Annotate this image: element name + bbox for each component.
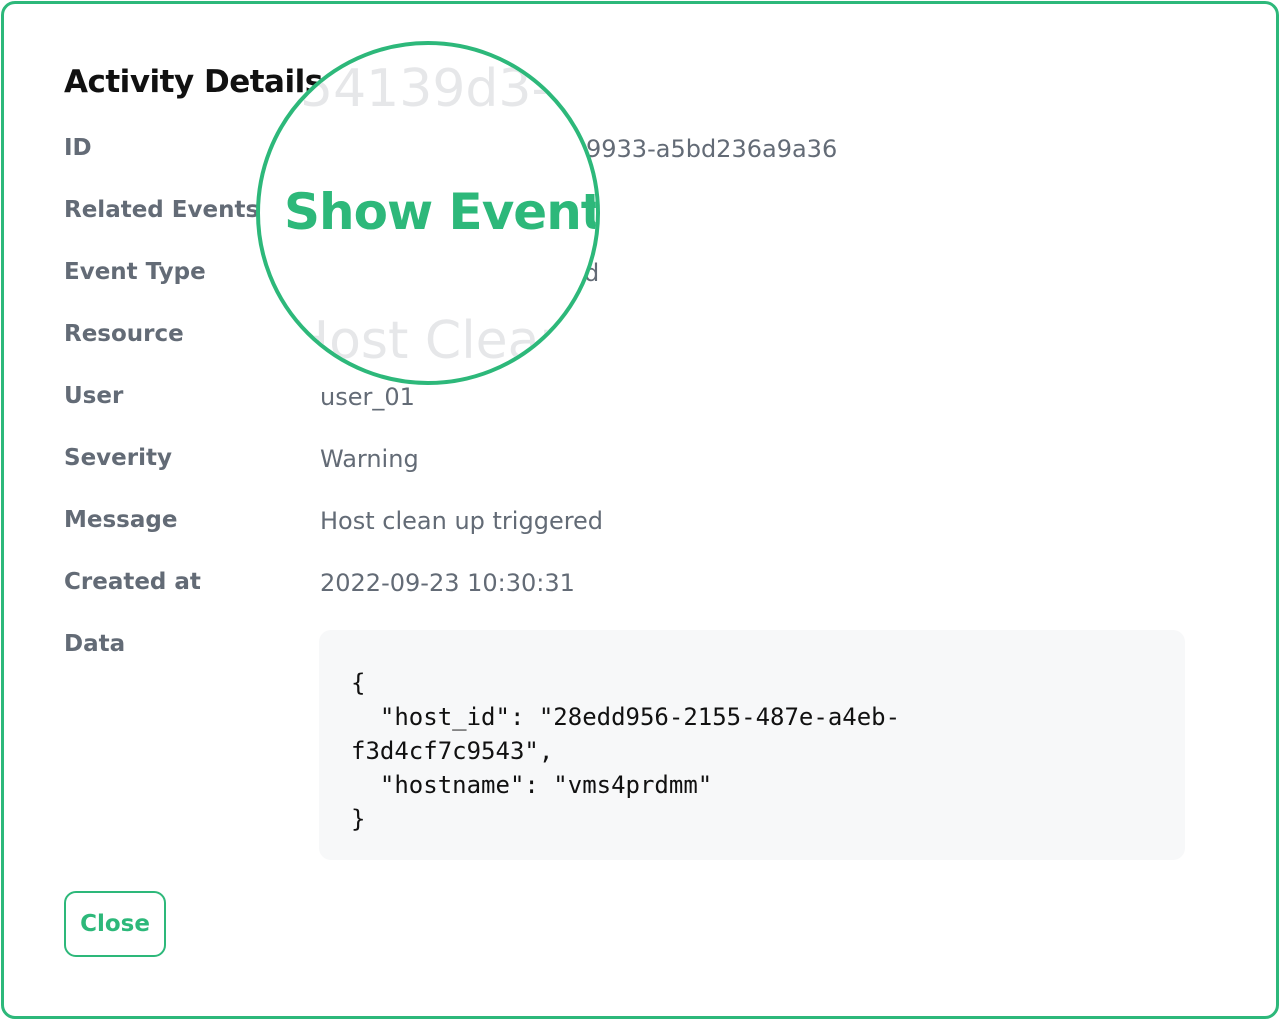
created-at-value: 2022-09-23 10:30:31: [320, 569, 575, 597]
lens-ghost-id-text: 54139d3-: [300, 59, 551, 119]
magnifier-lens: 54139d3- Show Events Host Clean: [256, 41, 600, 385]
created-at-label: Created at: [64, 569, 201, 595]
data-code-block: { "host_id": "28edd956-2155-487e-a4eb- f…: [319, 630, 1185, 860]
severity-value: Warning: [320, 445, 419, 473]
resource-label: Resource: [64, 321, 184, 347]
activity-details-modal: Activity Details ID 9933-a5bd236a9a36 Re…: [1, 1, 1279, 1019]
user-value: user_01: [320, 383, 415, 411]
id-value: 9933-a5bd236a9a36: [586, 135, 838, 163]
close-button[interactable]: Close: [64, 891, 166, 957]
related-events-label: Related Events: [64, 197, 260, 223]
event-type-label: Event Type: [64, 259, 206, 285]
id-label: ID: [64, 135, 92, 161]
message-label: Message: [64, 507, 178, 533]
severity-label: Severity: [64, 445, 172, 471]
data-json: { "host_id": "28edd956-2155-487e-a4eb- f…: [351, 669, 901, 833]
user-label: User: [64, 383, 124, 409]
lens-ghost-resource-text: Host Clean: [290, 311, 573, 371]
message-value: Host clean up triggered: [320, 507, 604, 535]
show-events-link[interactable]: Show Events: [284, 183, 596, 241]
modal-title: Activity Details: [64, 64, 323, 100]
data-label: Data: [64, 631, 126, 657]
